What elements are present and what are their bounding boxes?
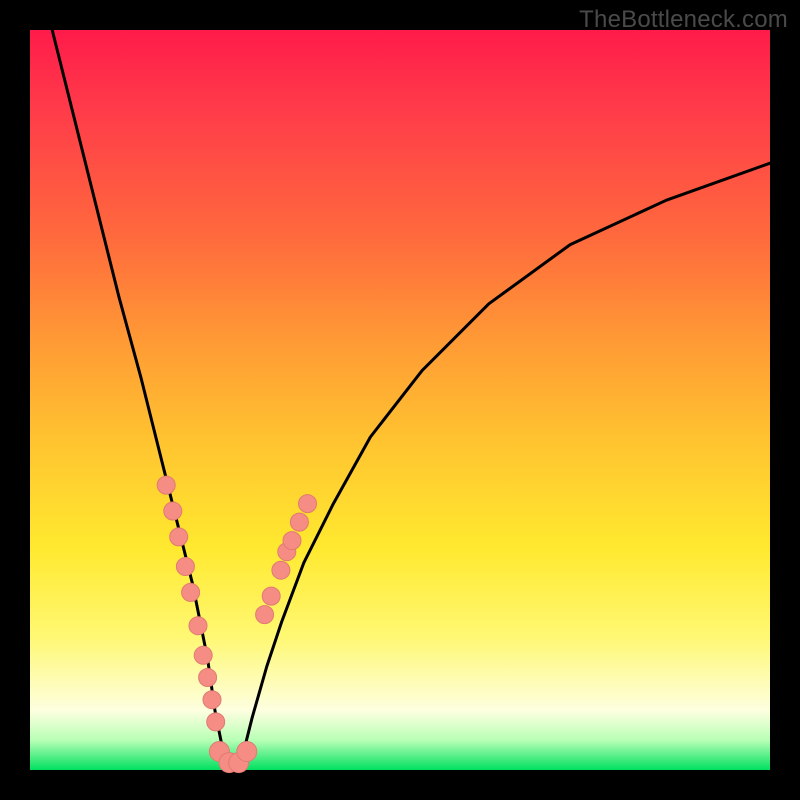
- bottom-markers: [209, 742, 256, 773]
- right-branch-markers: [256, 495, 317, 624]
- chart-svg: [30, 30, 770, 770]
- left-branch-markers: [157, 476, 225, 731]
- plot-area: [30, 30, 770, 770]
- watermark-text: TheBottleneck.com: [579, 6, 788, 34]
- outer-frame: TheBottleneck.com: [0, 0, 800, 800]
- bottleneck-curve: [52, 30, 770, 766]
